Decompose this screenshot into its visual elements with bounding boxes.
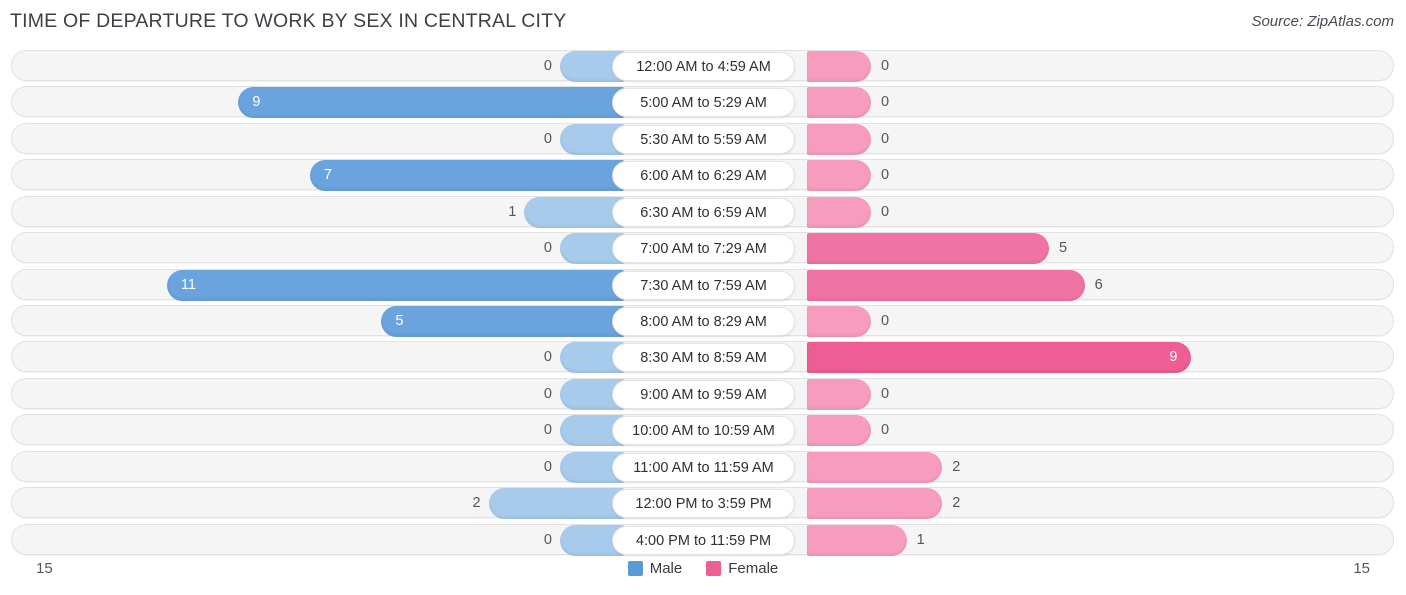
page-title: TIME OF DEPARTURE TO WORK BY SEX IN CENT… xyxy=(10,10,567,32)
male-bar[interactable] xyxy=(524,197,624,228)
female-value-label: 0 xyxy=(881,58,890,74)
female-value-label: 0 xyxy=(881,313,890,329)
category-label: 9:00 AM to 9:59 AM xyxy=(612,380,795,409)
category-label: 6:00 AM to 6:29 AM xyxy=(612,161,795,190)
male-legend-label: Male xyxy=(649,560,683,577)
male-value-label: 0 xyxy=(543,349,552,365)
male-value-label: 11 xyxy=(180,277,196,293)
female-bar[interactable] xyxy=(807,87,871,118)
diverging-bar-chart: 0 0 12:00 AM to 4:59 AM 9 0 5:00 AM to 5:29 A… xyxy=(0,50,1406,560)
female-bar[interactable] xyxy=(807,415,871,446)
female-bar[interactable] xyxy=(807,379,871,410)
female-bar[interactable] xyxy=(807,124,871,155)
table-row[interactable]: 0 9 8:30 AM to 8:59 AM xyxy=(11,341,1394,373)
female-bar[interactable] xyxy=(807,306,871,337)
female-value-label: 9 xyxy=(1169,349,1178,365)
female-bar[interactable] xyxy=(807,51,871,82)
male-bar[interactable] xyxy=(488,488,624,519)
male-legend-swatch-icon xyxy=(627,561,643,576)
table-row[interactable]: 0 0 9:00 AM to 9:59 AM xyxy=(11,378,1394,410)
female-value-label: 6 xyxy=(1094,277,1103,293)
female-value-label: 0 xyxy=(881,386,890,402)
category-label: 10:00 AM to 10:59 AM xyxy=(612,416,795,445)
male-bar[interactable] xyxy=(309,160,624,191)
chart-legend: Male Female xyxy=(0,560,1406,577)
category-label: 6:30 AM to 6:59 AM xyxy=(612,198,795,227)
female-bar[interactable] xyxy=(807,270,1085,301)
female-legend[interactable]: Female xyxy=(706,560,778,577)
male-bar[interactable] xyxy=(166,270,624,301)
table-row[interactable]: 0 0 10:00 AM to 10:59 AM xyxy=(11,414,1394,446)
table-row[interactable]: 2 2 12:00 PM to 3:59 PM xyxy=(11,487,1394,519)
category-label: 8:30 AM to 8:59 AM xyxy=(612,343,795,372)
category-label: 7:00 AM to 7:29 AM xyxy=(612,234,795,263)
female-legend-label: Female xyxy=(728,560,779,577)
female-bar[interactable] xyxy=(807,452,943,483)
female-value-label: 0 xyxy=(881,204,890,220)
male-value-label: 7 xyxy=(323,167,332,183)
female-value-label: 0 xyxy=(881,94,890,110)
male-value-label: 0 xyxy=(543,459,552,475)
female-bar[interactable] xyxy=(807,233,1049,264)
male-value-label: 0 xyxy=(543,131,552,147)
chart-header: TIME OF DEPARTURE TO WORK BY SEX IN CENT… xyxy=(0,0,1406,46)
table-row[interactable]: 0 5 7:00 AM to 7:29 AM xyxy=(11,232,1394,264)
male-value-label: 0 xyxy=(543,422,552,438)
male-value-label: 0 xyxy=(543,386,552,402)
female-value-label: 5 xyxy=(1059,240,1068,256)
male-value-label: 1 xyxy=(508,204,517,220)
female-legend-swatch-icon xyxy=(706,561,722,576)
female-value-label: 2 xyxy=(952,459,961,475)
male-value-label: 2 xyxy=(472,495,481,511)
female-bar[interactable] xyxy=(807,488,943,519)
male-bar[interactable] xyxy=(238,87,624,118)
male-value-label: 0 xyxy=(543,532,552,548)
chart-footer: 15 15 Male Female xyxy=(0,556,1406,595)
female-value-label: 0 xyxy=(881,167,890,183)
category-label: 7:30 AM to 7:59 AM xyxy=(612,271,795,300)
category-label: 12:00 AM to 4:59 AM xyxy=(612,52,795,81)
table-row[interactable]: 0 1 4:00 PM to 11:59 PM xyxy=(11,524,1394,556)
male-value-label: 9 xyxy=(252,94,261,110)
table-row[interactable]: 5 0 8:00 AM to 8:29 AM xyxy=(11,305,1394,337)
table-row[interactable]: 0 0 5:30 AM to 5:59 AM xyxy=(11,123,1394,155)
male-legend[interactable]: Male xyxy=(627,560,683,577)
female-bar[interactable] xyxy=(807,525,907,556)
female-value-label: 2 xyxy=(952,495,961,511)
category-label: 11:00 AM to 11:59 AM xyxy=(612,453,795,482)
male-value-label: 0 xyxy=(543,240,552,256)
female-bar[interactable] xyxy=(807,160,871,191)
table-row[interactable]: 0 0 12:00 AM to 4:59 AM xyxy=(11,50,1394,82)
table-row[interactable]: 1 0 6:30 AM to 6:59 AM xyxy=(11,196,1394,228)
male-value-label: 0 xyxy=(543,58,552,74)
category-label: 4:00 PM to 11:59 PM xyxy=(612,526,795,555)
female-value-label: 0 xyxy=(881,422,890,438)
female-value-label: 0 xyxy=(881,131,890,147)
female-value-label: 1 xyxy=(916,532,925,548)
category-label: 5:00 AM to 5:29 AM xyxy=(612,88,795,117)
male-bar[interactable] xyxy=(381,306,624,337)
male-value-label: 5 xyxy=(395,313,404,329)
category-label: 12:00 PM to 3:59 PM xyxy=(612,489,795,518)
female-bar[interactable] xyxy=(807,342,1192,373)
table-row[interactable]: 11 6 7:30 AM to 7:59 AM xyxy=(11,269,1394,301)
source-attribution: Source: ZipAtlas.com xyxy=(1251,13,1394,30)
category-label: 8:00 AM to 8:29 AM xyxy=(612,307,795,336)
table-row[interactable]: 7 0 6:00 AM to 6:29 AM xyxy=(11,159,1394,191)
category-label: 5:30 AM to 5:59 AM xyxy=(612,125,795,154)
female-bar[interactable] xyxy=(807,197,871,228)
table-row[interactable]: 0 2 11:00 AM to 11:59 AM xyxy=(11,451,1394,483)
table-row[interactable]: 9 0 5:00 AM to 5:29 AM xyxy=(11,86,1394,118)
